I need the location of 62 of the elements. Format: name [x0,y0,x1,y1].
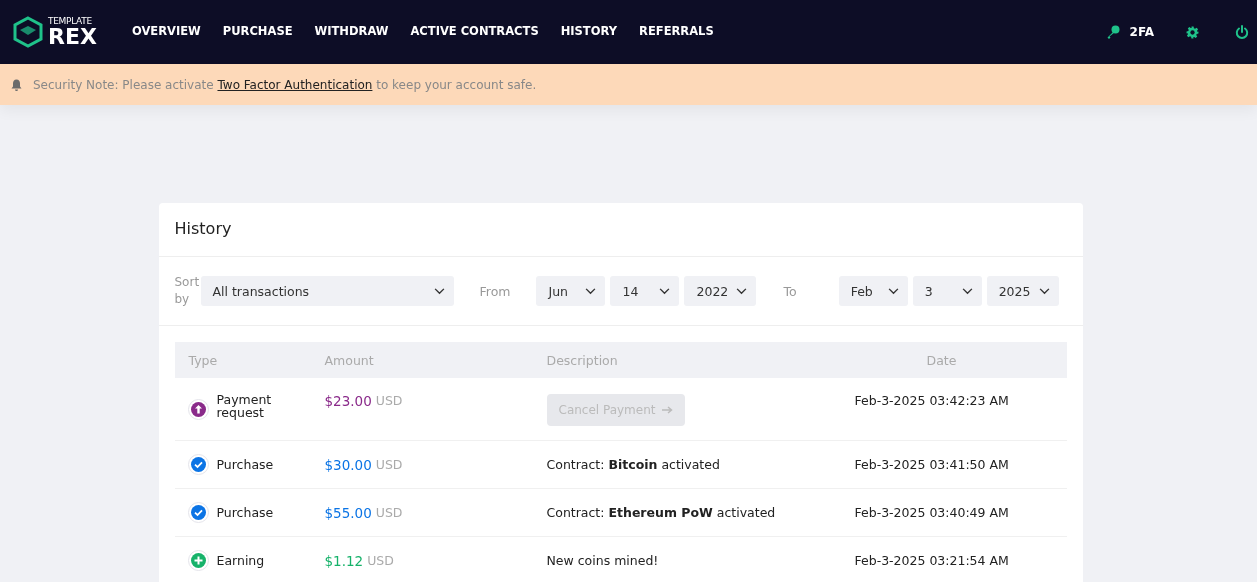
date-select[interactable]: Feb [838,276,908,306]
nav-link[interactable]: HISTORY [560,20,618,44]
nav-link[interactable]: ACTIVE CONTRACTS [410,20,539,44]
power-icon[interactable] [1235,25,1249,39]
column-header: Description [546,352,619,368]
plus-icon [187,550,209,571]
two-factor-authentication-link[interactable]: Two Factor Authentication [217,77,373,92]
date-select[interactable]: 14 [610,276,680,306]
brand-name: REX [48,25,97,48]
card-title: History [158,203,1083,257]
amount: $55.00 [324,504,372,521]
brand-tagline: TEMPLATE [48,16,93,26]
nav-link[interactable]: OVERVIEW [132,20,201,44]
date-select[interactable]: Jun [536,276,606,306]
amount: $23.00 [324,393,372,409]
checkmark-icon [187,502,209,523]
sort-select[interactable]: All transactions [200,276,454,306]
date-select[interactable]: 2025 [986,276,1059,306]
sort-label: Sort by [174,274,199,308]
to-label: To [783,283,797,299]
hexagon-logo-icon [12,16,44,48]
right-arrow-icon [661,406,673,414]
chevron-down-icon [887,287,899,295]
column-header: Type [187,352,219,368]
transaction-type: Purchase [216,505,274,520]
amount: $30.00 [324,456,372,473]
amount: $1.12 [324,552,364,569]
checkmark-icon [187,454,209,475]
currency: USD [375,457,403,472]
transaction-description: Contract: Bitcoin activated [546,457,720,472]
up-arrow-icon [187,399,209,420]
chevron-down-icon [961,287,973,295]
currency: USD [367,553,394,568]
transaction-description: New coins mined! [546,553,659,568]
transaction-date: Feb-3-2025 03:40:49 AM [854,505,1009,520]
chevron-down-icon [736,287,748,295]
transaction-date: Feb-3-2025 03:42:23 AM [854,393,1009,408]
transaction-date: Feb-3-2025 03:41:50 AM [854,457,1009,472]
from-label: From [479,283,511,299]
transaction-type: Payment request [216,393,273,420]
chevron-down-icon [659,287,671,295]
transaction-type: Purchase [216,457,274,472]
currency: USD [375,393,403,408]
currency: USD [375,505,403,520]
two-factor-link[interactable]: 2FA [1129,25,1154,39]
key-icon[interactable] [1105,25,1120,39]
transaction-type: Earning [216,553,265,568]
chevron-down-icon [1038,287,1050,295]
bell-icon [11,78,22,91]
nav-link[interactable]: REFERRALS [639,20,714,44]
column-header: Amount [324,352,375,368]
nav-link[interactable]: PURCHASE [222,20,293,44]
chevron-down-icon [433,287,445,295]
date-select[interactable]: 2022 [684,276,757,306]
column-header: Date [925,352,958,368]
transaction-description: Contract: Ethereum PoW activated [546,505,776,520]
nav-link[interactable]: WITHDRAW [314,20,389,44]
chevron-down-icon [585,287,597,295]
settings-icon[interactable] [1186,25,1199,39]
date-select[interactable]: 3 [912,276,982,306]
security-note: Security Note: Please activate Two Factor Authentication to keep your account safe. [33,77,537,92]
transaction-date: Feb-3-2025 03:21:54 AM [854,553,1009,568]
